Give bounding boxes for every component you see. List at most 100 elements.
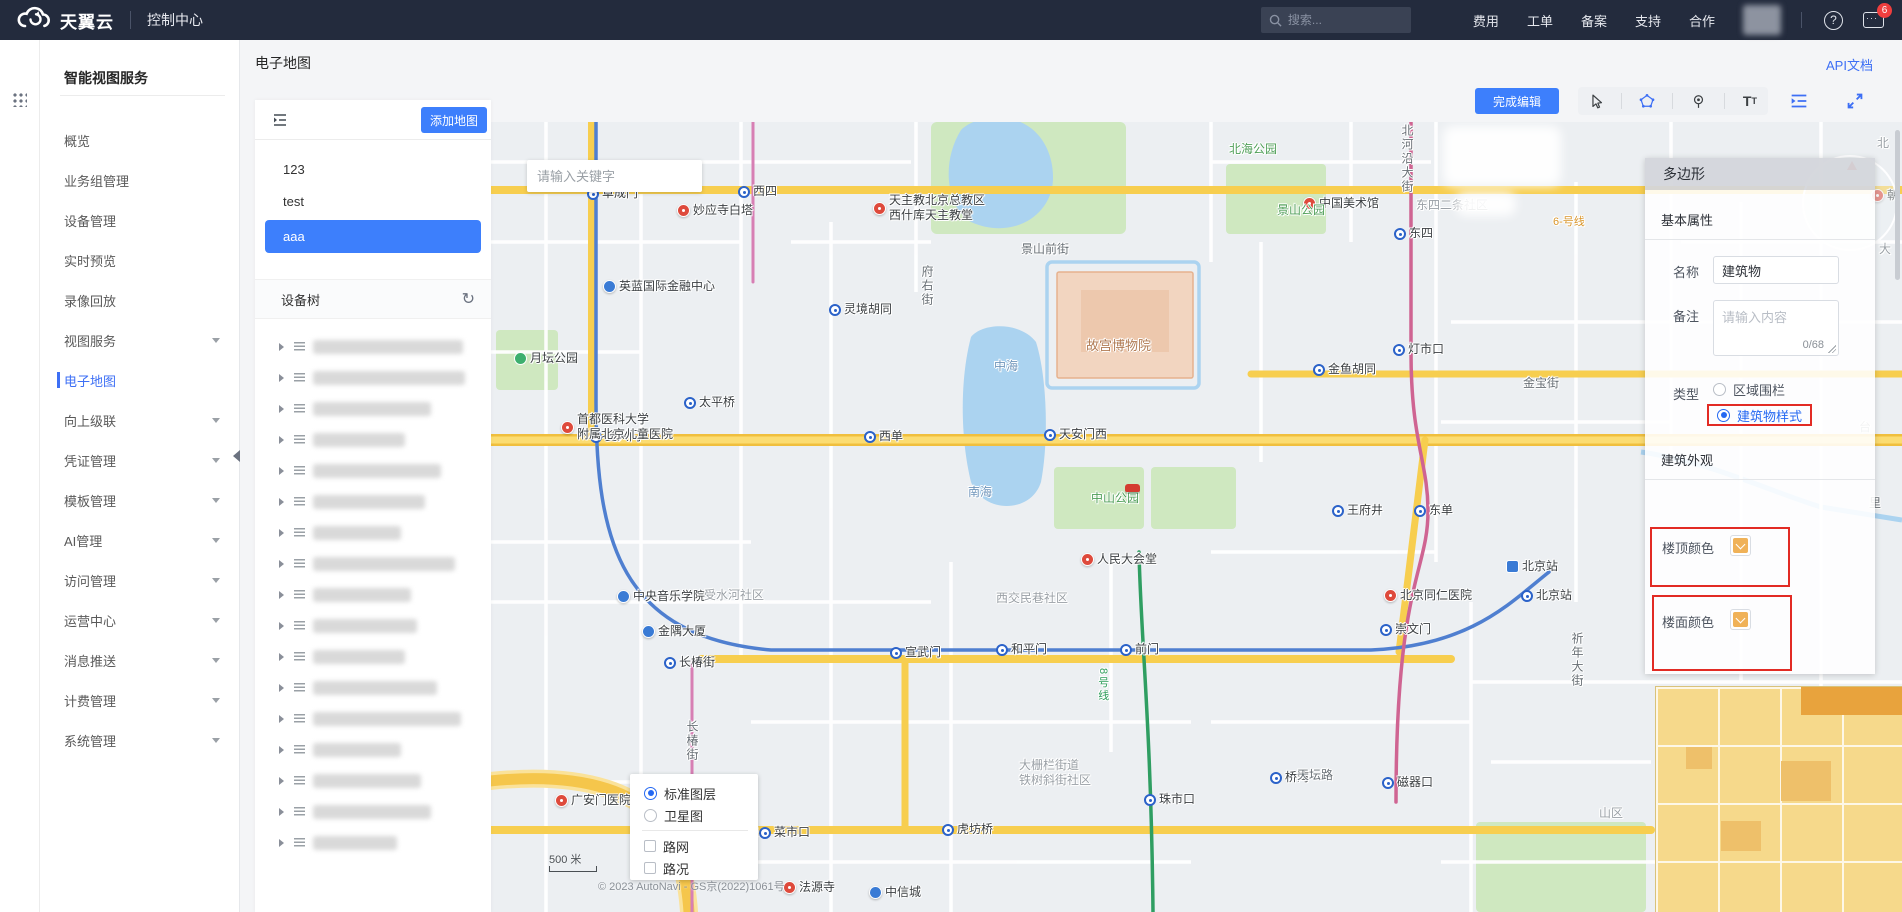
tree-row-0[interactable] — [255, 331, 491, 362]
caret-right-icon[interactable] — [279, 466, 284, 475]
sidebar-item-2[interactable]: 设备管理 — [40, 200, 240, 240]
overlay-option-0[interactable]: 路网 — [644, 835, 758, 857]
caret-right-icon[interactable] — [279, 776, 284, 785]
tree-row-6[interactable] — [255, 517, 491, 548]
map-keyword-search[interactable] — [527, 160, 702, 192]
sidebar-item-1[interactable]: 业务组管理 — [40, 160, 240, 200]
vertical-scrollbar[interactable] — [1895, 130, 1900, 280]
map-label-text: 菜市口 — [774, 825, 811, 839]
tree-row-9[interactable] — [255, 610, 491, 641]
sidebar-item-0[interactable]: 概览 — [40, 120, 240, 160]
sidebar-item-14[interactable]: 计费管理 — [40, 680, 240, 720]
nav-menu-item-2[interactable]: 备案 — [1581, 11, 1607, 30]
caret-right-icon[interactable] — [279, 559, 284, 568]
tree-row-16[interactable] — [255, 827, 491, 858]
radio-icon[interactable] — [644, 786, 657, 800]
caret-right-icon[interactable] — [279, 683, 284, 692]
sidebar-item-3[interactable]: 实时预览 — [40, 240, 240, 280]
tree-row-11[interactable] — [255, 672, 491, 703]
tree-row-13[interactable] — [255, 734, 491, 765]
tree-row-8[interactable] — [255, 579, 491, 610]
fullscreen-icon[interactable] — [1844, 90, 1866, 117]
caret-right-icon[interactable] — [279, 373, 284, 382]
radio-icon[interactable] — [1713, 382, 1726, 396]
global-search[interactable] — [1260, 7, 1411, 33]
marker-tool-icon[interactable] — [1688, 90, 1710, 112]
polygon-tool-icon[interactable] — [1636, 90, 1658, 112]
tree-row-2[interactable] — [255, 393, 491, 424]
tree-row-14[interactable] — [255, 765, 491, 796]
caret-right-icon[interactable] — [279, 838, 284, 847]
app-launcher-icon[interactable] — [12, 92, 27, 107]
caret-right-icon[interactable] — [279, 714, 284, 723]
map-keyword-input[interactable] — [537, 168, 692, 184]
api-doc-link[interactable]: API文档 — [1826, 55, 1873, 74]
sidebar-item-5[interactable]: 视图服务 — [40, 320, 240, 360]
tree-row-5[interactable] — [255, 486, 491, 517]
refresh-icon[interactable]: ↻ — [462, 289, 475, 309]
type-option-1[interactable]: 建筑物样式 — [1707, 404, 1813, 426]
collapse-panel-icon[interactable] — [271, 111, 289, 134]
checkbox-icon[interactable] — [644, 840, 656, 852]
sidebar-collapse-handle[interactable] — [233, 450, 240, 462]
nav-menu-item-4[interactable]: 合作 — [1689, 11, 1715, 30]
sidebar-item-9[interactable]: 模板管理 — [40, 480, 240, 520]
map-label-red: 首都医科大学 附属北京儿童医院 — [561, 412, 673, 442]
caret-right-icon[interactable] — [279, 745, 284, 754]
caret-right-icon[interactable] — [279, 404, 284, 413]
facade-color-picker[interactable] — [1730, 609, 1751, 630]
map-list-item-2[interactable]: aaa — [265, 220, 481, 253]
name-input[interactable] — [1713, 256, 1839, 284]
roof-color-picker[interactable] — [1730, 535, 1751, 556]
sidebar-item-7[interactable]: 向上级联 — [40, 400, 240, 440]
map-label-red: 天主教北京总教区 西什库天主教堂 — [873, 193, 985, 223]
user-avatar[interactable] — [1743, 5, 1781, 35]
caret-right-icon[interactable] — [279, 435, 284, 444]
sidebar-item-15[interactable]: 系统管理 — [40, 720, 240, 760]
sidebar-item-10[interactable]: AI管理 — [40, 520, 240, 560]
overview-minimap[interactable] — [1655, 686, 1902, 912]
help-icon[interactable]: ? — [1824, 10, 1843, 30]
base-layer-option-1[interactable]: 卫星图 — [644, 804, 758, 826]
sidebar-item-11[interactable]: 访问管理 — [40, 560, 240, 600]
text-tool-icon[interactable]: TT — [1739, 90, 1761, 112]
layer-list-icon[interactable] — [1788, 90, 1810, 117]
sidebar-item-12[interactable]: 运营中心 — [40, 600, 240, 640]
add-map-button[interactable]: 添加地图 — [421, 107, 487, 133]
base-layer-option-0[interactable]: 标准图层 — [644, 782, 758, 804]
tree-row-12[interactable] — [255, 703, 491, 734]
radio-icon[interactable] — [1717, 408, 1730, 422]
caret-right-icon[interactable] — [279, 497, 284, 506]
sidebar-item-6[interactable]: 电子地图 — [40, 360, 240, 400]
tree-row-7[interactable] — [255, 548, 491, 579]
caret-right-icon[interactable] — [279, 807, 284, 816]
sidebar-item-8[interactable]: 凭证管理 — [40, 440, 240, 480]
console-link[interactable]: 控制中心 — [147, 10, 203, 30]
sidebar-item-4[interactable]: 录像回放 — [40, 280, 240, 320]
brand-name[interactable]: 天翼云 — [60, 8, 114, 33]
caret-right-icon[interactable] — [279, 528, 284, 537]
finish-edit-button[interactable]: 完成编辑 — [1475, 88, 1559, 114]
nav-menu-item-0[interactable]: 费用 — [1473, 11, 1499, 30]
caret-right-icon[interactable] — [279, 652, 284, 661]
caret-right-icon[interactable] — [279, 342, 284, 351]
tree-row-4[interactable] — [255, 455, 491, 486]
tree-row-3[interactable] — [255, 424, 491, 455]
type-option-0[interactable]: 区域围栏 — [1713, 378, 1812, 400]
overlay-option-1[interactable]: 路况 — [644, 857, 758, 879]
nav-menu-item-3[interactable]: 支持 — [1635, 11, 1661, 30]
caret-right-icon[interactable] — [279, 590, 284, 599]
tree-row-10[interactable] — [255, 641, 491, 672]
nav-menu-item-1[interactable]: 工单 — [1527, 11, 1553, 30]
cursor-tool-icon[interactable] — [1585, 90, 1607, 112]
map-list-item-1[interactable]: test — [255, 186, 491, 218]
global-search-input[interactable] — [1287, 13, 1403, 27]
resize-handle-icon[interactable] — [1828, 345, 1836, 353]
tree-row-15[interactable] — [255, 796, 491, 827]
checkbox-icon[interactable] — [644, 862, 656, 874]
radio-icon[interactable] — [644, 808, 657, 822]
sidebar-item-13[interactable]: 消息推送 — [40, 640, 240, 680]
tree-row-1[interactable] — [255, 362, 491, 393]
caret-right-icon[interactable] — [279, 621, 284, 630]
map-list-item-0[interactable]: 123 — [255, 154, 491, 186]
